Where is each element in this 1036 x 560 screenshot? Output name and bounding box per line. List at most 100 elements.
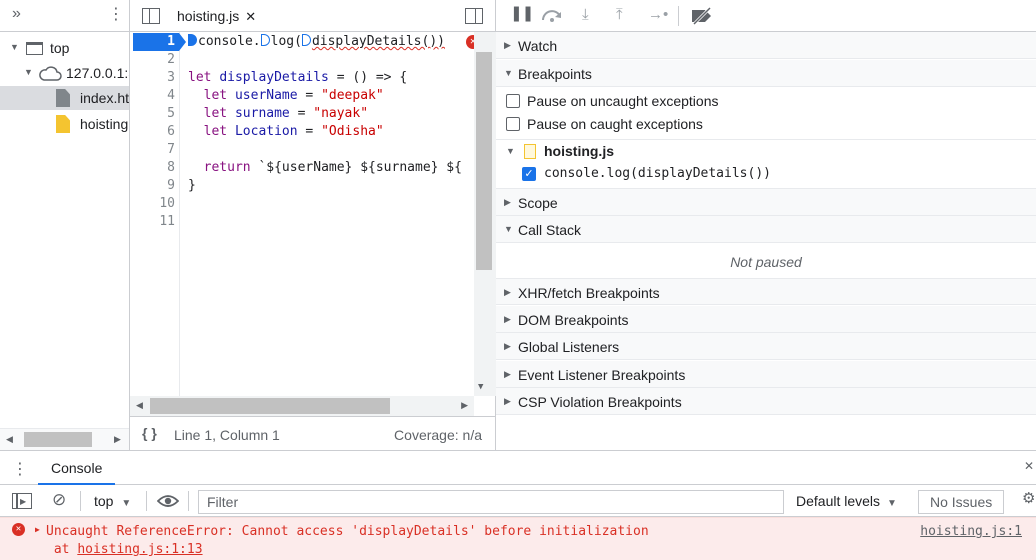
pause-caught-checkbox[interactable] — [506, 117, 520, 131]
editor-vertical-scrollbar[interactable]: ▼ — [474, 32, 496, 396]
breakpoint-file-group[interactable]: ▼ hoisting.js — [496, 140, 1036, 163]
line-gutter[interactable]: 1 2 3 4 5 6 7 8 9 10 11 — [130, 32, 186, 396]
show-sidebar-icon[interactable]: ▶ — [12, 493, 32, 509]
expand-triangle-icon[interactable]: ▶ — [35, 525, 40, 534]
expand-triangle-icon[interactable]: ▼ — [10, 42, 19, 52]
section-call-stack[interactable]: ▼ Call Stack — [496, 216, 1036, 243]
code-token: userName — [234, 88, 298, 103]
drawer-tab-bar: ⋮ Console ✕ — [0, 451, 1036, 485]
line-number[interactable]: 9 — [135, 177, 175, 195]
tab-hoisting-js[interactable]: hoisting.js ✕ — [165, 0, 268, 32]
section-title: Event Listener Breakpoints — [518, 367, 686, 383]
line-number[interactable]: 5 — [135, 105, 175, 123]
debugger-sidebar: ❚❚ ⤓ ⤒ →• ▶ Watch ▼ Breakpoints Pause on… — [496, 0, 1036, 450]
line-number[interactable]: 11 — [135, 213, 175, 231]
tree-item-top[interactable]: ▼ top — [0, 36, 129, 60]
clear-console-icon[interactable]: ⊘ — [52, 490, 66, 510]
pretty-print-icon[interactable]: { } — [142, 425, 157, 441]
tree-item-index[interactable]: index.ht — [0, 86, 130, 110]
pause-uncaught-checkbox[interactable] — [506, 94, 520, 108]
navigator-toolbar: » ⋮ — [0, 0, 129, 32]
scrollbar-thumb[interactable] — [24, 432, 92, 447]
inline-breakpoint-icon[interactable] — [260, 34, 270, 46]
scroll-left-icon[interactable]: ◀ — [136, 400, 143, 411]
section-csp-breakpoints[interactable]: ▶ CSP Violation Breakpoints — [496, 388, 1036, 415]
tree-item-origin[interactable]: ▼ 127.0.0.1:5 — [0, 61, 129, 85]
navigator-menu-icon[interactable]: ⋮ — [108, 6, 124, 24]
code-line-3: let displayDetails = () => { — [188, 69, 407, 87]
section-dom-breakpoints[interactable]: ▶ DOM Breakpoints — [496, 306, 1036, 333]
step-over-icon[interactable] — [540, 8, 564, 22]
toolbar-divider — [188, 491, 189, 511]
context-selector[interactable]: top ▼ — [94, 493, 131, 509]
js-file-icon — [56, 115, 70, 133]
drawer-menu-icon[interactable]: ⋮ — [12, 459, 28, 479]
pause-icon[interactable]: ❚❚ — [510, 4, 534, 22]
console-error-message[interactable]: ✕ ▶ Uncaught ReferenceError: Cannot acce… — [0, 517, 1036, 560]
scrollbar-thumb[interactable] — [476, 52, 492, 270]
navigator-horizontal-scrollbar[interactable]: ◀ ▶ — [0, 428, 129, 450]
scrollbar-thumb[interactable] — [150, 398, 390, 414]
collapsed-triangle-icon: ▶ — [504, 287, 511, 297]
error-source-link[interactable]: hoisting.js:1 — [920, 524, 1022, 539]
inline-breakpoint-icon[interactable] — [301, 34, 311, 46]
pause-caught-option[interactable]: Pause on caught exceptions — [496, 113, 1036, 140]
toggle-navigator-icon[interactable] — [142, 8, 160, 24]
tab-label: hoisting.js — [177, 8, 240, 24]
js-file-icon — [524, 144, 536, 159]
step-out-icon[interactable]: ⤒ — [616, 6, 623, 23]
deactivate-breakpoints-icon[interactable] — [690, 7, 714, 25]
section-title: Breakpoints — [518, 66, 592, 82]
section-breakpoints[interactable]: ▼ Breakpoints — [496, 60, 1036, 87]
error-icon: ✕ — [12, 523, 25, 536]
more-tabs-chevron-icon[interactable]: » — [12, 5, 21, 23]
scroll-right-icon[interactable]: ▶ — [461, 400, 468, 411]
tree-item-hoisting[interactable]: hoisting — [0, 112, 129, 136]
line-number[interactable]: 2 — [135, 51, 175, 69]
step-into-icon[interactable]: ⤓ — [582, 6, 589, 23]
code-area[interactable]: 1 2 3 4 5 6 7 8 9 10 11 console. log(disp… — [130, 32, 496, 396]
code-token: let — [203, 88, 228, 103]
line-number[interactable]: 3 — [135, 69, 175, 87]
pause-uncaught-option[interactable]: Pause on uncaught exceptions — [496, 90, 1036, 113]
section-xhr-breakpoints[interactable]: ▶ XHR/fetch Breakpoints — [496, 278, 1036, 305]
inline-breakpoint-icon[interactable] — [188, 34, 197, 46]
close-drawer-icon[interactable]: ✕ — [1024, 459, 1034, 473]
line-number[interactable]: 6 — [135, 123, 175, 141]
line-number[interactable]: 7 — [135, 141, 175, 159]
tree-item-label: top — [50, 40, 70, 56]
toolbar-divider — [678, 6, 679, 26]
tree-item-label: index.ht — [80, 90, 130, 106]
live-expression-eye-icon[interactable] — [157, 494, 179, 508]
tab-console[interactable]: Console — [38, 451, 116, 485]
section-global-listeners[interactable]: ▶ Global Listeners — [496, 333, 1036, 360]
filter-input[interactable] — [198, 490, 784, 514]
close-icon[interactable]: ✕ — [245, 9, 256, 24]
editor-horizontal-scrollbar[interactable]: ◀ ▶ — [130, 396, 474, 416]
toggle-debugger-icon[interactable] — [465, 8, 483, 24]
breakpoint-item[interactable]: ✓ console.log(displayDetails()) — [496, 163, 1036, 189]
line-number[interactable]: 8 — [135, 159, 175, 177]
log-levels-dropdown[interactable]: Default levels ▼ — [796, 493, 897, 509]
stack-location-link[interactable]: hoisting.js:1:13 — [77, 542, 202, 557]
line-number-breakpoint[interactable]: 1 — [133, 33, 186, 51]
scroll-down-icon[interactable]: ▼ — [478, 382, 483, 392]
scroll-right-icon[interactable]: ▶ — [114, 434, 121, 445]
checkbox-label: Pause on caught exceptions — [527, 116, 703, 132]
issues-button[interactable]: No Issues — [918, 490, 1005, 514]
code-token: Location — [234, 124, 298, 139]
console-settings-icon[interactable]: ⚙ — [1022, 489, 1035, 507]
line-number[interactable]: 10 — [135, 195, 175, 213]
expanded-triangle-icon[interactable]: ▼ — [506, 146, 515, 156]
step-icon[interactable]: →• — [648, 6, 668, 23]
scroll-left-icon[interactable]: ◀ — [6, 434, 13, 445]
line-number[interactable]: 4 — [135, 87, 175, 105]
expand-triangle-icon[interactable]: ▼ — [24, 67, 33, 77]
toolbar-divider — [80, 491, 81, 511]
section-scope[interactable]: ▶ Scope — [496, 189, 1036, 216]
code-token: displayDetails — [219, 70, 329, 85]
section-event-listener-breakpoints[interactable]: ▶ Event Listener Breakpoints — [496, 361, 1036, 388]
section-watch[interactable]: ▶ Watch — [496, 32, 1036, 59]
breakpoint-checkbox[interactable]: ✓ — [522, 167, 536, 181]
cursor-position: Line 1, Column 1 — [174, 427, 280, 443]
